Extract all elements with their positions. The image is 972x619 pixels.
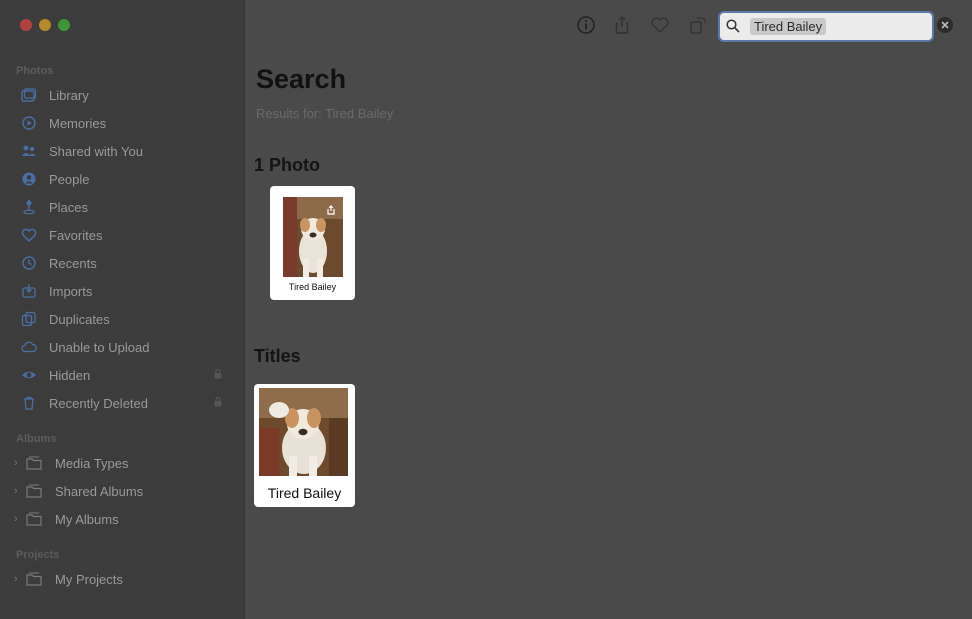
photos-section-heading: 1 Photo	[254, 155, 320, 175]
sidebar: Photos Library Memories Shared with You …	[0, 0, 245, 619]
page-title: Search	[256, 64, 347, 94]
titles-section-heading: Titles	[254, 346, 301, 366]
sidebar-item-duplicates[interactable]: Duplicates	[20, 305, 230, 333]
sidebar-item-label: My Projects	[55, 571, 123, 587]
memories-icon	[20, 114, 38, 132]
close-window-button[interactable]	[20, 19, 32, 31]
sidebar-item-shared-with-you[interactable]: Shared with You	[20, 137, 230, 165]
sidebar-item-imports[interactable]: Imports	[20, 277, 230, 305]
search-query-token[interactable]: Tired Bailey	[750, 18, 827, 35]
trash-icon	[20, 394, 38, 412]
sidebar-nav-photos: Library Memories Shared with You People …	[20, 81, 230, 417]
sidebar-item-library[interactable]: Library	[20, 81, 230, 109]
cloud-icon	[20, 338, 38, 356]
search-icon	[726, 19, 740, 33]
folder-icon	[26, 572, 42, 586]
sidebar-item-shared-albums[interactable]: › Shared Albums	[14, 477, 230, 505]
sidebar-item-memories[interactable]: Memories	[20, 109, 230, 137]
chevron-right-icon[interactable]: ›	[14, 457, 24, 469]
sidebar-item-favorites[interactable]: Favorites	[20, 221, 230, 249]
folder-icon	[26, 456, 42, 470]
shared-badge-icon	[327, 205, 335, 215]
heart-icon	[20, 226, 38, 244]
sidebar-item-places[interactable]: Places	[20, 193, 230, 221]
close-icon	[941, 21, 949, 29]
share-icon[interactable]	[612, 15, 632, 35]
search-field[interactable]: Tired Bailey	[718, 11, 934, 42]
sidebar-item-label: Recents	[49, 255, 97, 271]
people-icon	[20, 170, 38, 188]
results-for-label: Results for: Tired Bailey	[256, 106, 394, 121]
sidebar-nav-projects: › My Projects	[14, 565, 230, 593]
sidebar-item-my-albums[interactable]: › My Albums	[14, 505, 230, 533]
lock-icon	[214, 369, 222, 379]
photo-caption: Tired Bailey	[288, 282, 337, 292]
sidebar-item-label: Duplicates	[49, 311, 110, 327]
sidebar-item-recently-deleted[interactable]: Recently Deleted	[20, 389, 230, 417]
sidebar-item-my-projects[interactable]: › My Projects	[14, 565, 230, 593]
sidebar-item-label: Shared Albums	[55, 483, 144, 499]
library-icon	[20, 86, 38, 104]
sidebar-item-recents[interactable]: Recents	[20, 249, 230, 277]
sidebar-item-people[interactable]: People	[20, 165, 230, 193]
folder-icon	[26, 512, 42, 526]
chevron-right-icon[interactable]: ›	[14, 485, 24, 497]
sidebar-item-label: Imports	[49, 283, 93, 299]
title-thumbnail[interactable]	[259, 388, 348, 476]
minimize-window-button[interactable]	[39, 19, 51, 31]
photo-result-card[interactable]: Tired Bailey	[270, 186, 355, 300]
dog-photo	[259, 388, 348, 476]
title-caption: Tired Bailey	[267, 485, 342, 501]
clear-search-button[interactable]	[937, 17, 953, 33]
clock-icon	[20, 254, 38, 272]
rotate-icon[interactable]	[688, 15, 708, 35]
sidebar-item-label: Library	[49, 87, 89, 103]
sidebar-item-label: Unable to Upload	[49, 339, 150, 355]
sidebar-item-hidden[interactable]: Hidden	[20, 361, 230, 389]
window-controls	[20, 19, 70, 31]
sidebar-item-label: Media Types	[55, 455, 129, 471]
zoom-window-button[interactable]	[58, 19, 70, 31]
section-label-projects: Projects	[16, 549, 60, 561]
title-result-card[interactable]: Tired Bailey	[254, 384, 355, 507]
sidebar-item-label: Recently Deleted	[49, 395, 148, 411]
section-label-photos: Photos	[16, 65, 54, 77]
sidebar-item-label: Favorites	[49, 227, 103, 243]
shared-with-you-icon	[20, 142, 38, 160]
chevron-right-icon[interactable]: ›	[14, 513, 24, 525]
info-icon[interactable]	[576, 15, 596, 35]
sidebar-item-label: Shared with You	[49, 143, 143, 159]
sidebar-nav-albums: › Media Types › Shared Albums › My Album…	[14, 449, 230, 533]
sidebar-item-label: My Albums	[55, 511, 119, 527]
folder-icon	[26, 484, 42, 498]
section-label-albums: Albums	[16, 433, 57, 445]
sidebar-item-label: Hidden	[49, 367, 91, 383]
photo-thumbnail[interactable]	[283, 197, 343, 277]
eye-icon	[20, 366, 38, 384]
import-icon	[20, 282, 38, 300]
sidebar-item-label: Memories	[49, 115, 107, 131]
chevron-right-icon[interactable]: ›	[14, 573, 24, 585]
sidebar-item-label: People	[49, 171, 90, 187]
sidebar-item-unable-to-upload[interactable]: Unable to Upload	[20, 333, 230, 361]
favorite-heart-icon[interactable]	[650, 15, 670, 35]
places-icon	[20, 198, 38, 216]
lock-icon	[214, 397, 222, 407]
sidebar-item-media-types[interactable]: › Media Types	[14, 449, 230, 477]
duplicates-icon	[20, 310, 38, 328]
sidebar-item-label: Places	[49, 199, 89, 215]
